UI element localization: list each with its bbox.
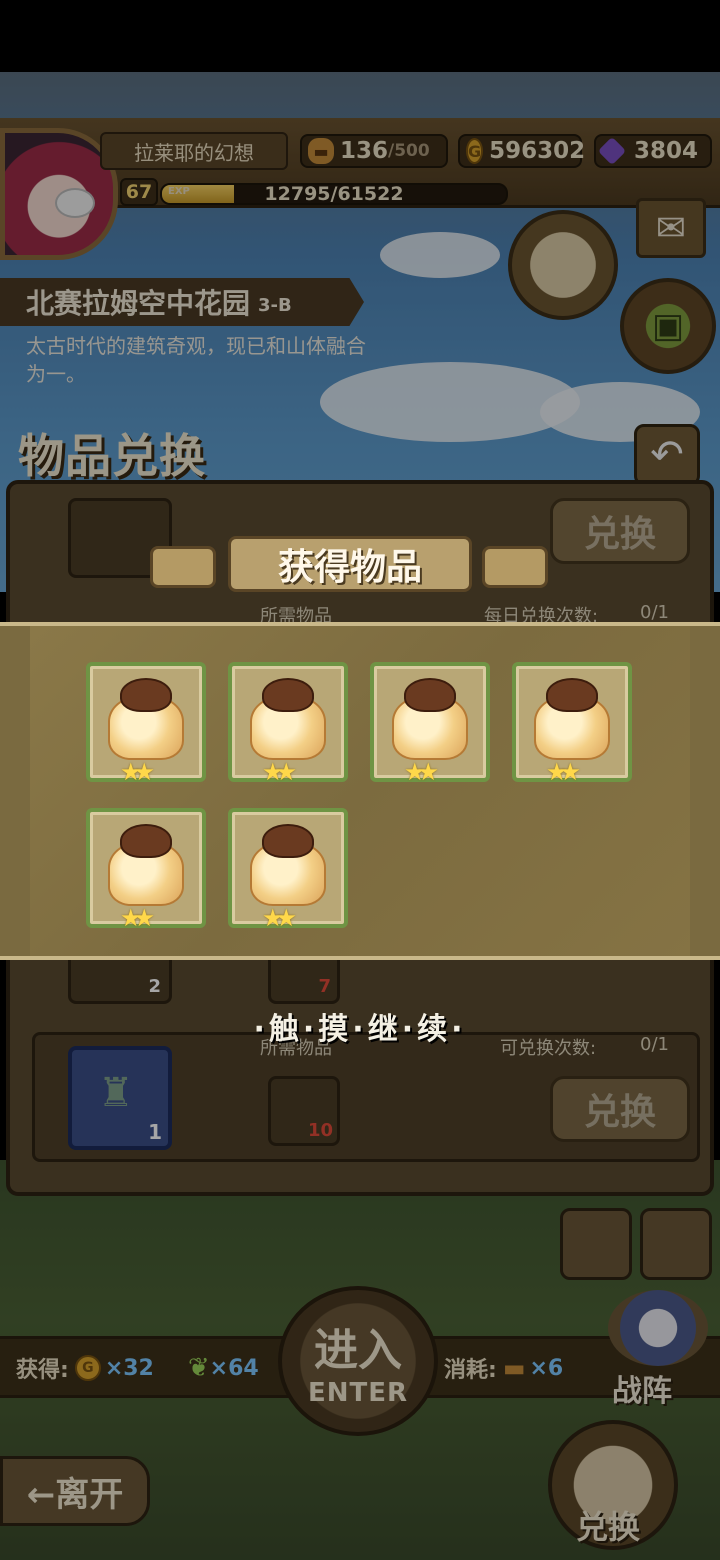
pudding-caramel xyxy=(262,678,314,712)
pudding-caramel xyxy=(546,678,598,712)
obtained-item-card[interactable]: ★★ xyxy=(86,662,206,786)
pudding-caramel xyxy=(120,678,172,712)
pudding-caramel xyxy=(262,824,314,858)
modal-title: 获得物品 xyxy=(228,536,472,592)
modal-header-ornament xyxy=(482,546,548,588)
pudding-icon xyxy=(250,676,326,762)
obtained-item-card[interactable]: ★★ xyxy=(370,662,490,786)
obtained-item-card[interactable]: ★★ xyxy=(228,808,348,932)
star-rating: ★★ xyxy=(262,904,297,932)
pudding-icon xyxy=(250,822,326,908)
pudding-caramel xyxy=(404,678,456,712)
touch-to-continue[interactable]: ·触·摸·继·续· xyxy=(0,1004,720,1048)
modal-header-ornament xyxy=(150,546,216,588)
star-rating: ★★ xyxy=(404,758,439,786)
pudding-icon xyxy=(108,822,184,908)
obtained-item-card[interactable]: ★★ xyxy=(512,662,632,786)
pudding-caramel xyxy=(120,824,172,858)
pudding-icon xyxy=(534,676,610,762)
obtained-item-card[interactable]: ★★ xyxy=(86,808,206,932)
pudding-icon xyxy=(108,676,184,762)
obtained-item-card[interactable]: ★★ xyxy=(228,662,348,786)
pudding-icon xyxy=(392,676,468,762)
star-rating: ★★ xyxy=(262,758,297,786)
star-rating: ★★ xyxy=(120,904,155,932)
status-bar-area xyxy=(0,0,720,72)
star-rating: ★★ xyxy=(120,758,155,786)
star-rating: ★★ xyxy=(546,758,581,786)
